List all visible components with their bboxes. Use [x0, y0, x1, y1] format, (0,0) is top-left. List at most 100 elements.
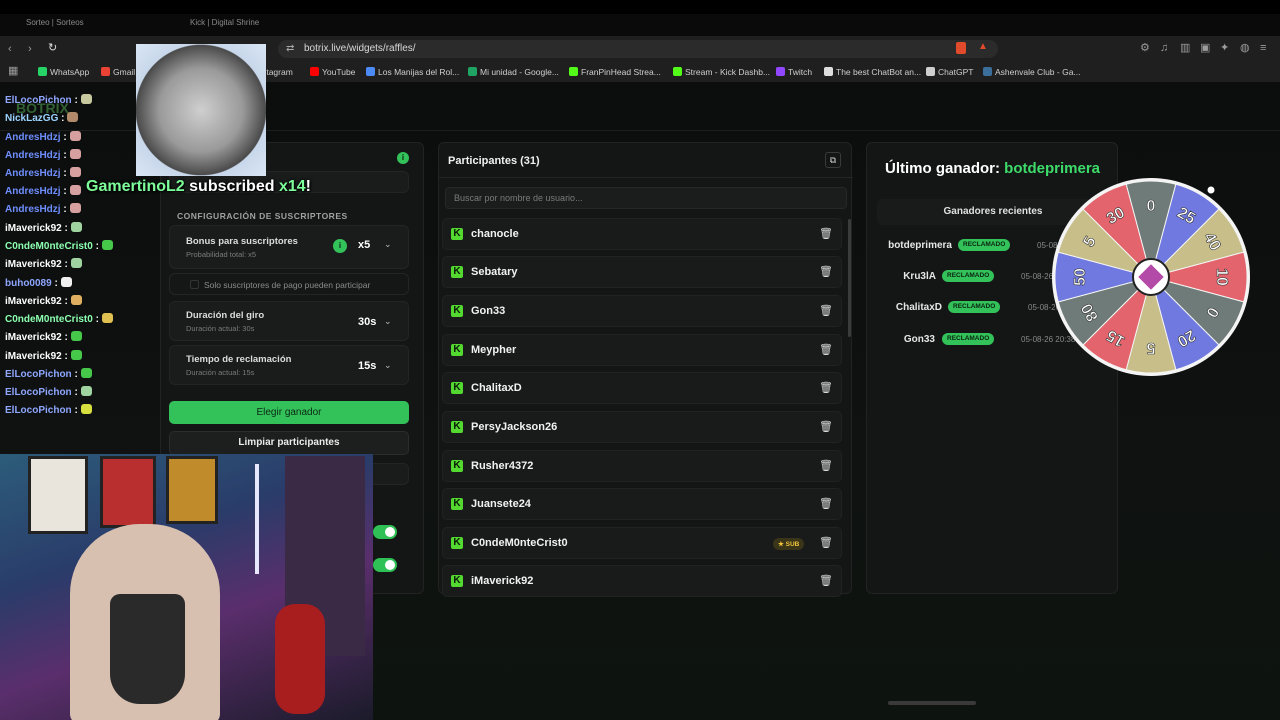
- star-icon: ★: [778, 541, 786, 548]
- participant-row[interactable]: K PersyJackson26 🗑: [442, 411, 842, 443]
- url-text: botrix.live/widgets/raffles/: [304, 43, 416, 54]
- chat-message: AndresHdzj :: [5, 203, 81, 215]
- sub-alert-message: subscribed: [189, 178, 275, 195]
- extensions-icon[interactable]: ⚙: [1140, 43, 1150, 54]
- beard: [110, 594, 185, 704]
- claim-time-row: Tiempo de reclamación Duración actual: 1…: [169, 345, 409, 385]
- prize-wheel[interactable]: 0 2540100205158050530: [1050, 176, 1252, 378]
- winner-name: Gon33: [903, 334, 935, 345]
- chat-separator: :: [92, 314, 99, 325]
- info-icon[interactable]: i: [397, 152, 409, 164]
- wheel-slice-label: 50: [1072, 268, 1089, 286]
- bonus-select[interactable]: x5 ⌄: [350, 234, 396, 256]
- pick-winner-button[interactable]: Elegir ganador: [169, 401, 409, 424]
- participant-row[interactable]: K Meypher 🗑: [442, 334, 842, 366]
- claim-time-select[interactable]: 15s ⌄: [350, 355, 396, 377]
- participant-row[interactable]: K ChalitaxD 🗑: [442, 372, 842, 404]
- leo-icon[interactable]: ✦: [1220, 43, 1229, 54]
- bookmark-ashenvale[interactable]: Ashenvale Club - Ga...: [983, 67, 1081, 77]
- bookmark-chatbot[interactable]: The best ChatBot an...: [824, 67, 921, 77]
- bookmark-kick-dashboard[interactable]: Stream - Kick Dashb...: [673, 67, 770, 77]
- chat-username: ElLocoPichon: [5, 369, 72, 380]
- poster-3: [166, 456, 218, 524]
- bookmark-chatgpt[interactable]: ChatGPT: [926, 67, 973, 77]
- only-subs-row[interactable]: Solo suscriptores de pago pueden partici…: [169, 273, 409, 295]
- menu-icon[interactable]: ≡: [1260, 43, 1266, 54]
- chat-separator: :: [71, 95, 78, 106]
- chevron-down-icon: ⌄: [384, 360, 392, 370]
- bookmark-whatsapp[interactable]: WhatsApp: [38, 67, 89, 77]
- brave-shield-icon[interactable]: [956, 42, 966, 54]
- participants-title: Participantes (31): [448, 155, 540, 167]
- chat-message: iMaverick92 :: [5, 222, 82, 234]
- trash-icon[interactable]: 🗑: [819, 266, 833, 279]
- chat-separator: :: [60, 204, 67, 215]
- participant-name: Gon33: [471, 305, 506, 317]
- trash-icon[interactable]: 🗑: [819, 537, 833, 550]
- trash-icon[interactable]: 🗑: [819, 460, 833, 473]
- chevron-down-icon: ⌄: [384, 316, 392, 326]
- music-icon[interactable]: ♫: [1160, 43, 1168, 54]
- participant-row[interactable]: K Juansete24 🗑: [442, 488, 842, 520]
- setting-toggle-1[interactable]: [373, 525, 397, 539]
- emote-icon: [70, 295, 82, 305]
- sub-alert-count: x14: [278, 178, 306, 195]
- botrix-watermark: BOTRIX: [16, 100, 69, 116]
- sub-alert-text: GamertinoL2 subscribed x14!: [86, 178, 311, 196]
- participant-row[interactable]: K Sebatary 🗑: [442, 256, 842, 288]
- only-subs-checkbox[interactable]: [190, 280, 199, 289]
- clear-participants-button[interactable]: Limpiar participantes: [169, 431, 409, 455]
- chat-separator: :: [71, 387, 78, 398]
- emote-icon: [80, 404, 92, 414]
- address-bar[interactable]: ⇄ botrix.live/widgets/raffles/ ▲: [278, 40, 998, 58]
- site-info-icon[interactable]: ⇄: [286, 43, 294, 54]
- participant-row[interactable]: K C0ndeM0nteCrist0 ★ SUB 🗑: [442, 527, 842, 559]
- vpn-icon[interactable]: ◍: [1240, 43, 1250, 54]
- tab-2-title[interactable]: Kick | Digital Shrine: [190, 18, 259, 27]
- bonus-info-icon[interactable]: i: [333, 239, 347, 253]
- emote-icon: [69, 167, 81, 177]
- chat-message: iMaverick92 :: [5, 258, 82, 270]
- bookmark-kick-stream[interactable]: FranPinHead Strea...: [569, 67, 661, 77]
- rewards-icon[interactable]: ▲: [978, 41, 988, 52]
- participant-row[interactable]: K Gon33 🗑: [442, 295, 842, 327]
- participants-scrollbar[interactable]: [848, 219, 851, 337]
- tab-1-title[interactable]: Sorteo | Sorteos: [26, 18, 84, 27]
- participant-search-input[interactable]: Buscar por nombre de usuario...: [445, 187, 847, 209]
- wallet-icon[interactable]: ▣: [1200, 43, 1210, 54]
- bookmark-youtube[interactable]: YouTube: [310, 67, 355, 77]
- participant-row[interactable]: Kchanocle 🗑: [442, 218, 842, 250]
- reload-icon[interactable]: ↻: [48, 43, 57, 54]
- apps-grid-icon[interactable]: ▦: [8, 66, 18, 77]
- trash-icon[interactable]: 🗑: [819, 305, 833, 318]
- page-scrollbar[interactable]: [888, 701, 976, 705]
- bookmark-gmail[interactable]: Gmail: [101, 67, 135, 77]
- spin-duration-select[interactable]: 30s ⌄: [350, 311, 396, 333]
- kick-icon: K: [451, 460, 463, 472]
- participant-name: Juansete24: [471, 498, 531, 510]
- sidebar-icon[interactable]: ▥: [1180, 43, 1190, 54]
- forward-icon[interactable]: ›: [28, 44, 32, 55]
- chat-separator: :: [60, 186, 67, 197]
- chat-separator: :: [60, 132, 67, 143]
- trash-icon[interactable]: 🗑: [819, 382, 833, 395]
- back-icon[interactable]: ‹: [8, 44, 12, 55]
- trash-icon[interactable]: 🗑: [819, 344, 833, 357]
- bookmark-manijas[interactable]: Los Manijas del Rol...: [366, 67, 459, 77]
- trash-icon[interactable]: 🗑: [819, 575, 833, 588]
- chat-separator: :: [61, 351, 68, 362]
- trash-icon[interactable]: 🗑: [819, 421, 833, 434]
- copy-icon[interactable]: ⧉: [825, 152, 841, 168]
- claim-time-sub: Duración actual: 15s: [186, 368, 255, 377]
- participant-row[interactable]: KiMaverick92 🗑: [442, 565, 842, 597]
- chat-username: iMaverick92: [5, 259, 62, 270]
- trash-icon[interactable]: 🗑: [819, 228, 833, 241]
- chat-username: AndresHdzj: [5, 168, 61, 179]
- subscriber-config-title: CONFIGURACIÓN DE SUSCRIPTORES: [177, 211, 348, 221]
- setting-toggle-2[interactable]: [373, 558, 397, 572]
- participant-row[interactable]: K Rusher4372 🗑: [442, 450, 842, 482]
- chat-separator: :: [51, 278, 58, 289]
- bookmark-twitch[interactable]: Twitch: [776, 67, 812, 77]
- trash-icon[interactable]: 🗑: [819, 498, 833, 511]
- bookmark-drive[interactable]: Mi unidad - Google...: [468, 67, 559, 77]
